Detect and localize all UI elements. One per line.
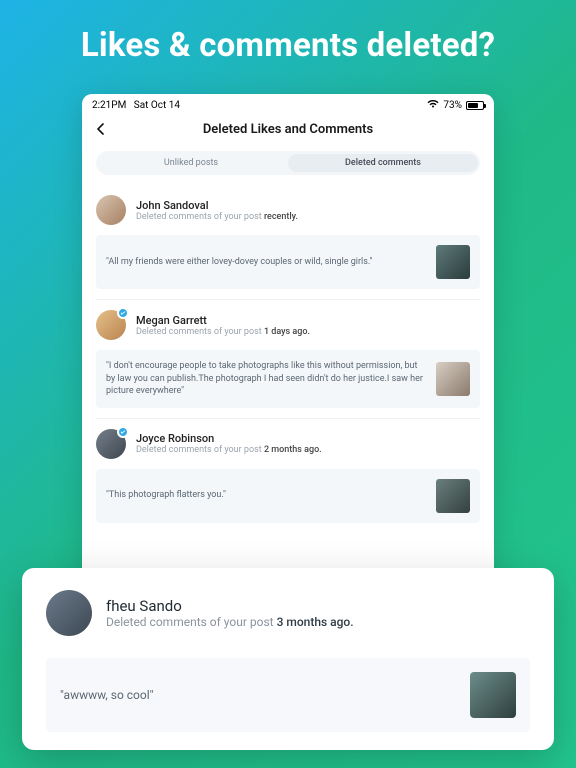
- status-right: 73%: [427, 99, 484, 111]
- wifi-icon: [427, 99, 439, 111]
- subtitle-time: 1 days ago.: [264, 327, 310, 337]
- battery-icon: [466, 101, 484, 110]
- hero-title: Likes & comments deleted?: [0, 0, 576, 81]
- verified-badge-icon: [117, 426, 129, 438]
- list-item-header: Megan Garrett Deleted comments of your p…: [96, 310, 480, 340]
- nav-bar: Deleted Likes and Comments: [82, 114, 494, 147]
- list-item: Joyce Robinson Deleted comments of your …: [96, 419, 480, 533]
- avatar: [96, 429, 126, 459]
- list-item-subtitle: Deleted comments of your post 1 days ago…: [136, 327, 310, 337]
- list-item: Megan Garrett Deleted comments of your p…: [96, 300, 480, 419]
- comment-text: "awwww, so cool": [60, 688, 154, 702]
- subtitle-prefix: Deleted comments of your post: [136, 327, 264, 337]
- tab-unliked-posts[interactable]: Unliked posts: [96, 152, 286, 174]
- comments-list: John Sandoval Deleted comments of your p…: [82, 185, 494, 533]
- feature-header: fheu Sando Deleted comments of your post…: [46, 590, 530, 636]
- user-name: fheu Sando: [106, 597, 354, 615]
- feature-subtitle: Deleted comments of your post 3 months a…: [106, 615, 354, 629]
- list-item-header: John Sandoval Deleted comments of your p…: [96, 195, 480, 225]
- list-item-meta: John Sandoval Deleted comments of your p…: [136, 199, 298, 222]
- back-button[interactable]: [94, 120, 108, 141]
- avatar: [96, 310, 126, 340]
- list-item-subtitle: Deleted comments of your post recently.: [136, 212, 298, 222]
- comment-box: "All my friends were either lovey-dovey …: [96, 235, 480, 289]
- user-name: John Sandoval: [136, 199, 298, 212]
- list-item-meta: Megan Garrett Deleted comments of your p…: [136, 314, 310, 337]
- feature-card: fheu Sando Deleted comments of your post…: [22, 568, 554, 750]
- comment-text: "This photograph flatters you.": [106, 489, 426, 502]
- list-item-subtitle: Deleted comments of your post 2 months a…: [136, 445, 322, 455]
- subtitle-prefix: Deleted comments of your post: [136, 445, 264, 455]
- status-date: Sat Oct 14: [134, 100, 180, 111]
- avatar: [46, 590, 92, 636]
- status-time: 2:21PM: [92, 100, 126, 111]
- feature-meta: fheu Sando Deleted comments of your post…: [106, 597, 354, 629]
- user-name: Joyce Robinson: [136, 432, 322, 445]
- list-item-meta: Joyce Robinson Deleted comments of your …: [136, 432, 322, 455]
- post-thumbnail[interactable]: [436, 362, 470, 396]
- post-thumbnail[interactable]: [470, 672, 516, 718]
- list-item-header: Joyce Robinson Deleted comments of your …: [96, 429, 480, 459]
- avatar: [96, 195, 126, 225]
- post-thumbnail[interactable]: [436, 479, 470, 513]
- verified-badge-icon: [117, 307, 129, 319]
- user-name: Megan Garrett: [136, 314, 310, 327]
- status-left: 2:21PM Sat Oct 14: [92, 100, 180, 111]
- status-bar: 2:21PM Sat Oct 14 73%: [82, 94, 494, 114]
- list-item: John Sandoval Deleted comments of your p…: [96, 185, 480, 300]
- comment-box: "This photograph flatters you.": [96, 469, 480, 523]
- subtitle-time: recently.: [264, 212, 298, 222]
- comment-text: "I don't encourage people to take photog…: [106, 360, 426, 398]
- tab-deleted-comments[interactable]: Deleted comments: [288, 154, 478, 172]
- subtitle-time: 3 months ago.: [277, 615, 354, 629]
- comment-text: "All my friends were either lovey-dovey …: [106, 256, 426, 269]
- subtitle-prefix: Deleted comments of your post: [136, 212, 264, 222]
- device-frame: 2:21PM Sat Oct 14 73% Deleted Likes and …: [82, 94, 494, 593]
- battery-percent: 73%: [443, 100, 462, 111]
- post-thumbnail[interactable]: [436, 245, 470, 279]
- comment-box: "I don't encourage people to take photog…: [96, 350, 480, 408]
- subtitle-time: 2 months ago.: [264, 445, 322, 455]
- page-title: Deleted Likes and Comments: [82, 122, 494, 137]
- comment-box: "awwww, so cool": [46, 658, 530, 732]
- subtitle-prefix: Deleted comments of your post: [106, 615, 277, 629]
- tab-bar: Unliked posts Deleted comments: [96, 151, 480, 175]
